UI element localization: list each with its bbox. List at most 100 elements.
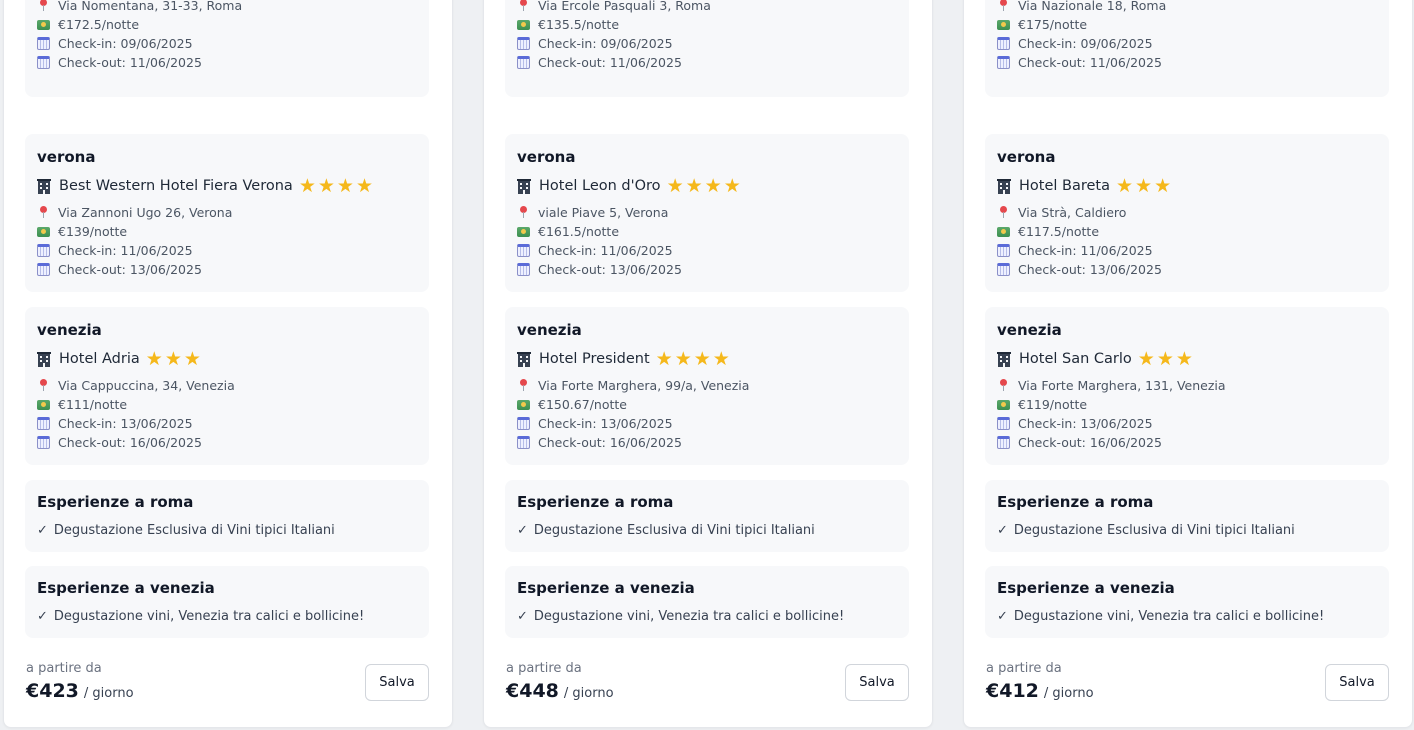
hotel-header: Hotel San Carlo ★ ★ ★ bbox=[997, 349, 1195, 369]
hotel-checkout: Check-out: 16/06/2025 bbox=[517, 435, 682, 450]
check-mark-icon: ✓ bbox=[37, 523, 48, 538]
address-text: viale Piave 5, Verona bbox=[538, 205, 669, 220]
check-mark-icon: ✓ bbox=[517, 523, 528, 538]
daily-price: €448 / giorno bbox=[506, 680, 614, 702]
experience-item: ✓ Degustazione vini, Venezia tra calici e… bbox=[37, 609, 364, 624]
star-icon: ★ bbox=[355, 174, 373, 197]
map-pin-icon bbox=[37, 0, 50, 12]
checkout-date: Check-out: 13/06/2025 bbox=[58, 262, 202, 277]
hotel-checkin: Check-in: 11/06/2025 bbox=[37, 243, 193, 258]
checkin-date: Check-in: 11/06/2025 bbox=[1018, 243, 1153, 258]
plan-card: Athena Hotel★★★Via Ercole Pasquali 3, Ro… bbox=[483, 0, 933, 728]
checkin-date: Check-in: 11/06/2025 bbox=[58, 243, 193, 258]
star-icon: ★ bbox=[674, 347, 692, 370]
star-icon: ★ bbox=[685, 174, 703, 197]
checkout-date: Check-out: 16/06/2025 bbox=[58, 435, 202, 450]
price-per-night: €172.5/notte bbox=[58, 17, 140, 32]
experience-name: Degustazione vini, Venezia tra calici e … bbox=[53, 609, 365, 624]
banknote-icon bbox=[517, 226, 530, 237]
save-button[interactable]: Salva bbox=[1325, 664, 1389, 701]
hotel-checkout: Check-out: 13/06/2025 bbox=[517, 262, 682, 277]
city-name: venezia bbox=[37, 321, 102, 339]
address-text: Via Forte Marghera, 99/a, Venezia bbox=[538, 378, 750, 393]
hotel-building-icon bbox=[37, 351, 51, 367]
star-rating: ★ ★ ★ ★ bbox=[655, 347, 732, 370]
checkout-date: Check-out: 16/06/2025 bbox=[1018, 435, 1162, 450]
star-icon: ★ bbox=[723, 174, 741, 197]
hotel-checkin: Check-in: 11/06/2025 bbox=[517, 243, 673, 258]
star-icon: ★ bbox=[317, 174, 335, 197]
calendar-icon bbox=[517, 244, 530, 257]
hotel-stay-block: venezia Hotel President ★ ★ ★ ★ Via Forte Marg… bbox=[505, 307, 909, 465]
hotel-checkin: Check-in: 09/06/2025 bbox=[37, 36, 193, 51]
plan-card: Hotel Martini★★★Via Nazionale 18, Roma€1… bbox=[963, 0, 1413, 728]
hotel-address: Via Ercole Pasquali 3, Roma bbox=[517, 0, 711, 13]
hotel-name[interactable]: Hotel Leon d'Oro bbox=[539, 178, 661, 194]
calendar-icon bbox=[997, 263, 1010, 276]
city-name: verona bbox=[517, 148, 576, 166]
address-text: Via Ercole Pasquali 3, Roma bbox=[538, 0, 711, 13]
hotel-price: €150.67/notte bbox=[517, 397, 627, 412]
hotel-name[interactable]: Hotel President bbox=[539, 351, 650, 367]
star-icon: ★ bbox=[704, 174, 722, 197]
address-text: Via Nomentana, 31-33, Roma bbox=[58, 0, 243, 13]
calendar-icon bbox=[517, 56, 530, 69]
calendar-icon bbox=[37, 436, 50, 449]
hotel-name[interactable]: Hotel San Carlo bbox=[1019, 351, 1132, 367]
calendar-icon bbox=[517, 417, 530, 430]
price-value: €412 bbox=[986, 680, 1039, 702]
price-per-night: €135.5/notte bbox=[538, 17, 620, 32]
hotel-stay-block: Des Epoques Hotel★★★★Via Nomentana, 31-3… bbox=[25, 0, 429, 97]
hotel-name[interactable]: Best Western Hotel Fiera Verona bbox=[59, 178, 293, 194]
checkout-date: Check-out: 11/06/2025 bbox=[1018, 55, 1162, 70]
city-name: verona bbox=[37, 148, 96, 166]
hotel-stay-block: venezia Hotel Adria ★ ★ ★ Via Cappuccina, 34,… bbox=[25, 307, 429, 465]
map-pin-icon bbox=[37, 206, 50, 219]
hotel-stay-block: Hotel Martini★★★Via Nazionale 18, Roma€1… bbox=[985, 0, 1389, 97]
star-icon: ★ bbox=[298, 174, 316, 197]
experience-title: Esperienze a venezia bbox=[37, 579, 215, 597]
price-from-label: a partire da bbox=[986, 661, 1062, 676]
checkin-date: Check-in: 13/06/2025 bbox=[58, 416, 193, 431]
experience-name: Degustazione vini, Venezia tra calici e … bbox=[533, 609, 845, 624]
experience-item: ✓ Degustazione Esclusiva di Vini tipici I… bbox=[517, 523, 815, 538]
hotel-address: Via Nazionale 18, Roma bbox=[997, 0, 1166, 13]
calendar-icon bbox=[517, 263, 530, 276]
save-button[interactable]: Salva bbox=[365, 664, 429, 701]
hotel-address: viale Piave 5, Verona bbox=[517, 205, 668, 220]
hotel-name[interactable]: Hotel Bareta bbox=[1019, 178, 1110, 194]
price-per-night: €111/notte bbox=[58, 397, 128, 412]
experience-name: Degustazione Esclusiva di Vini tipici It… bbox=[533, 523, 815, 538]
banknote-icon bbox=[997, 226, 1010, 237]
hotel-address: Via Strà, Caldiero bbox=[997, 205, 1126, 220]
hotel-checkout: Check-out: 11/06/2025 bbox=[997, 55, 1162, 70]
banknote-icon bbox=[37, 19, 50, 30]
price-per-night: €117.5/notte bbox=[1018, 224, 1100, 239]
calendar-icon bbox=[37, 263, 50, 276]
hotel-price: €135.5/notte bbox=[517, 17, 619, 32]
experience-item: ✓ Degustazione vini, Venezia tra calici e… bbox=[997, 609, 1324, 624]
checkin-date: Check-in: 13/06/2025 bbox=[1018, 416, 1153, 431]
price-per-night: €139/notte bbox=[58, 224, 128, 239]
experience-block: Esperienze a venezia ✓ Degustazione vini, … bbox=[25, 566, 429, 638]
hotel-address: Via Forte Marghera, 131, Venezia bbox=[997, 378, 1226, 393]
star-rating: ★ ★ ★ bbox=[145, 347, 203, 370]
hotel-checkin: Check-in: 13/06/2025 bbox=[517, 416, 673, 431]
hotel-name[interactable]: Hotel Adria bbox=[59, 351, 140, 367]
city-name: venezia bbox=[517, 321, 582, 339]
save-button[interactable]: Salva bbox=[845, 664, 909, 701]
hotel-checkin: Check-in: 11/06/2025 bbox=[997, 243, 1153, 258]
hotel-checkin: Check-in: 09/06/2025 bbox=[517, 36, 673, 51]
star-icon: ★ bbox=[145, 347, 163, 370]
checkout-date: Check-out: 13/06/2025 bbox=[538, 262, 682, 277]
price-value: €423 bbox=[26, 680, 79, 702]
check-mark-icon: ✓ bbox=[997, 523, 1008, 538]
star-icon: ★ bbox=[655, 347, 673, 370]
hotel-address: Via Forte Marghera, 99/a, Venezia bbox=[517, 378, 749, 393]
star-icon: ★ bbox=[1175, 347, 1193, 370]
price-value: €448 bbox=[506, 680, 559, 702]
price-per-night: €150.67/notte bbox=[538, 397, 627, 412]
banknote-icon bbox=[517, 399, 530, 410]
star-icon: ★ bbox=[336, 174, 354, 197]
hotel-building-icon bbox=[517, 178, 531, 194]
